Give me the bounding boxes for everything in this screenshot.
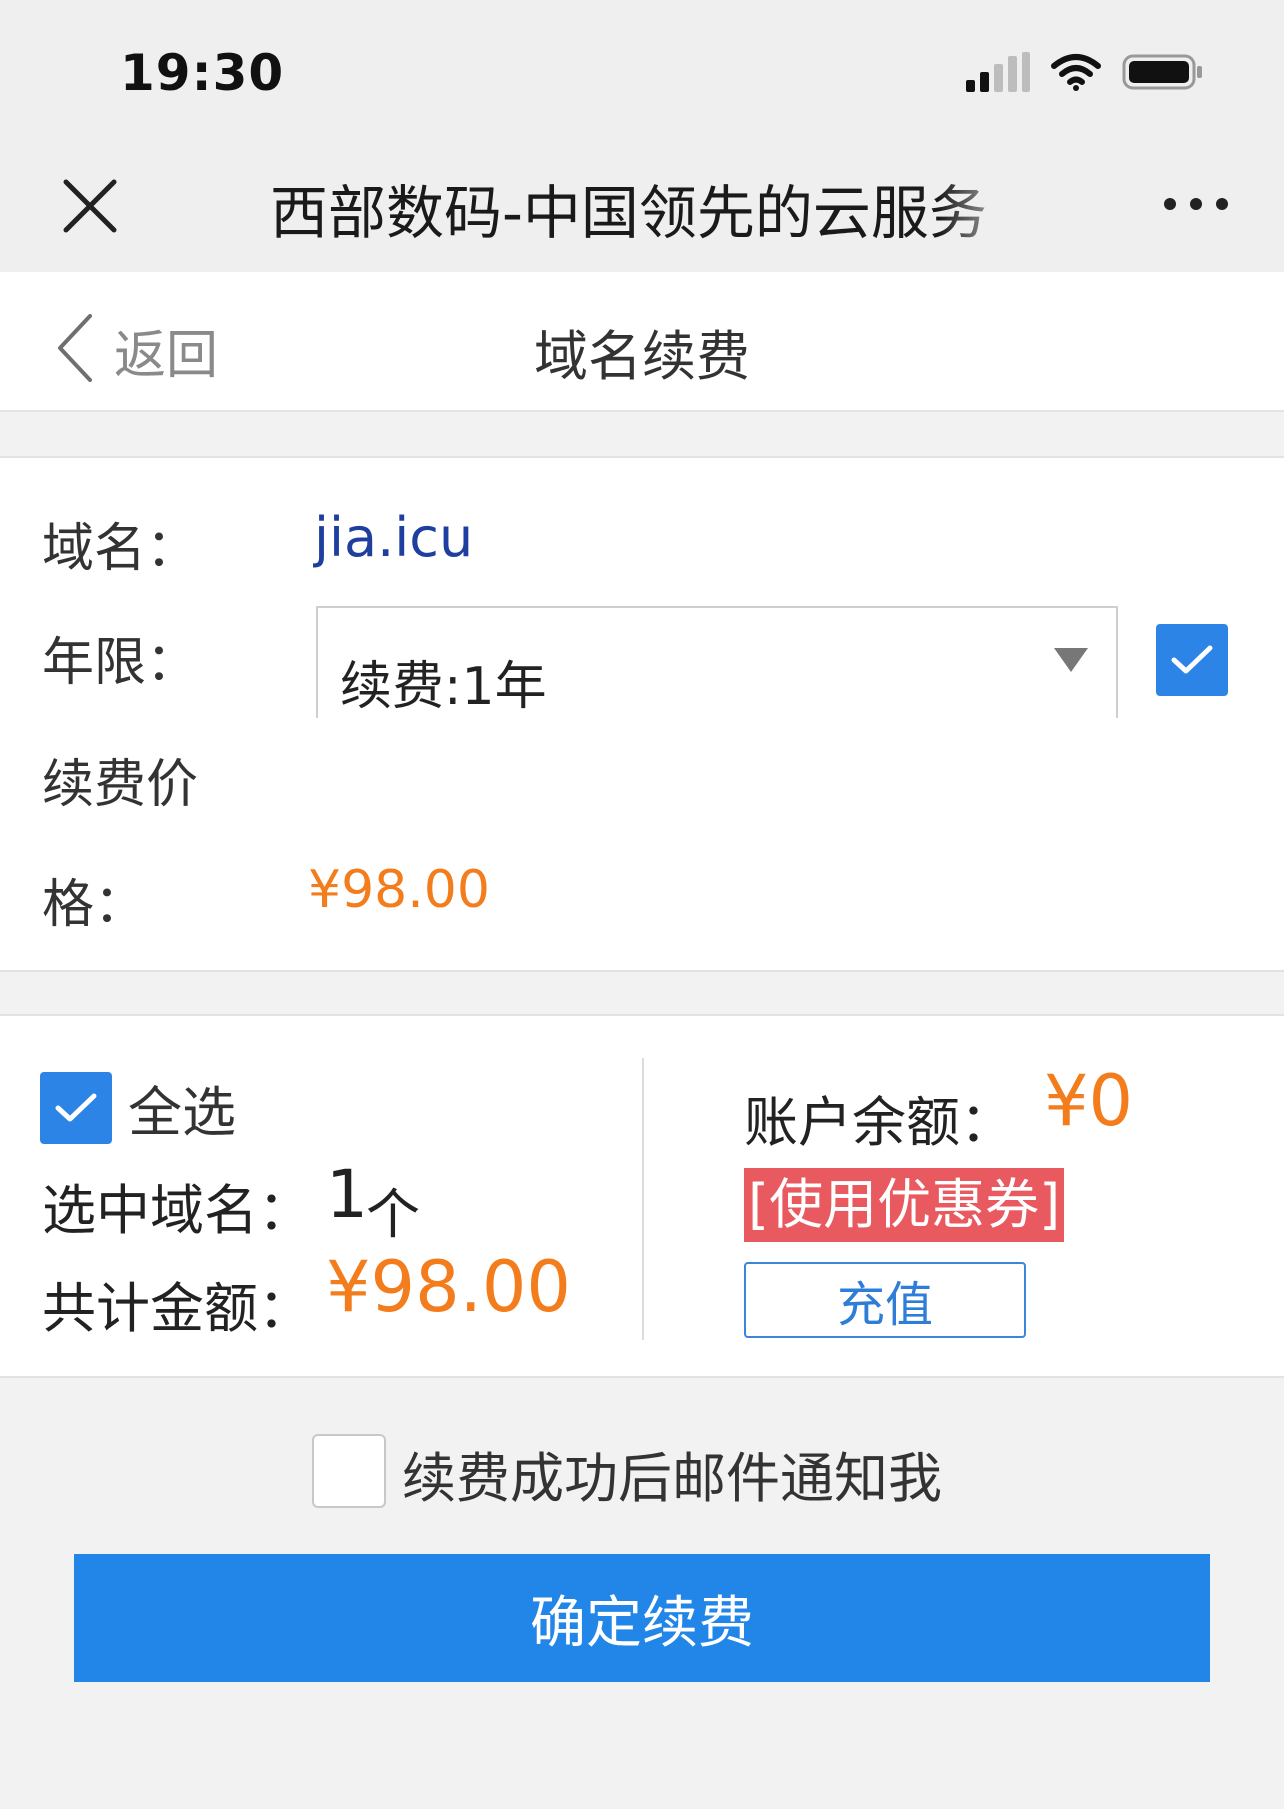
total-amount-value: ¥98.00 xyxy=(326,1246,571,1328)
years-label: 年限： xyxy=(42,633,199,693)
nav-title: 西部数码-中国领先的云服务 xyxy=(270,179,987,247)
renewal-price: ¥98.00 xyxy=(308,860,490,920)
signal-icon xyxy=(966,52,1030,96)
wechat-nav-bar: 西部数码-中国领先的云服务 xyxy=(0,140,1284,272)
dropdown-arrow-icon xyxy=(1054,648,1088,672)
back-label: 返回 xyxy=(114,325,219,386)
years-select-value: 续费:1年 xyxy=(340,657,547,717)
selected-domains-label: 选中域名： xyxy=(42,1179,312,1242)
vertical-divider xyxy=(642,1058,644,1340)
select-all-checkbox[interactable] xyxy=(40,1072,112,1144)
price-label-line1: 续费价 xyxy=(42,755,199,815)
domain-checkbox[interactable] xyxy=(1156,624,1228,696)
page-header: 域名续费 返回 xyxy=(0,272,1284,412)
select-all-label[interactable]: 全选 xyxy=(128,1068,236,1147)
selected-domains-count: 1 xyxy=(326,1156,368,1233)
email-notify-checkbox[interactable] xyxy=(312,1434,386,1508)
summary-section: 全选 选中域名： 1 个 共计金额： ¥98.00 账户余额： ¥0 [使用优惠… xyxy=(0,1014,1284,1378)
close-icon[interactable] xyxy=(60,176,120,236)
domain-label: 域名： xyxy=(42,519,199,579)
domain-info-section: 域名： jia.icu 年限： 续费:1年 续费价 格： ¥98.00 xyxy=(0,456,1284,972)
recharge-button[interactable]: 充值 xyxy=(744,1262,1026,1338)
battery-icon xyxy=(1122,52,1204,96)
account-balance-value: ¥0 xyxy=(1044,1060,1134,1142)
account-balance-label: 账户余额： xyxy=(744,1091,1014,1154)
more-icon[interactable] xyxy=(1164,198,1228,210)
use-coupon-link[interactable]: [使用优惠券] xyxy=(744,1168,1065,1242)
wifi-icon xyxy=(1050,52,1102,96)
checkmark-icon xyxy=(55,1093,97,1122)
domain-value[interactable]: jia.icu xyxy=(314,506,473,569)
price-label-line2: 格： xyxy=(42,875,147,935)
email-notify-label[interactable]: 续费成功后邮件通知我 xyxy=(402,1434,942,1513)
confirm-renewal-button[interactable]: 确定续费 xyxy=(74,1554,1210,1682)
checkmark-icon xyxy=(1171,645,1213,674)
status-icons xyxy=(966,52,1204,96)
status-bar: 19:30 xyxy=(0,0,1284,140)
chevron-left-icon xyxy=(56,312,96,388)
total-amount-label: 共计金额： xyxy=(42,1277,312,1340)
status-time: 19:30 xyxy=(120,44,285,102)
back-button[interactable]: 返回 xyxy=(56,312,218,388)
selected-domains-unit: 个 xyxy=(366,1183,420,1246)
years-select[interactable]: 续费:1年 xyxy=(316,606,1118,718)
